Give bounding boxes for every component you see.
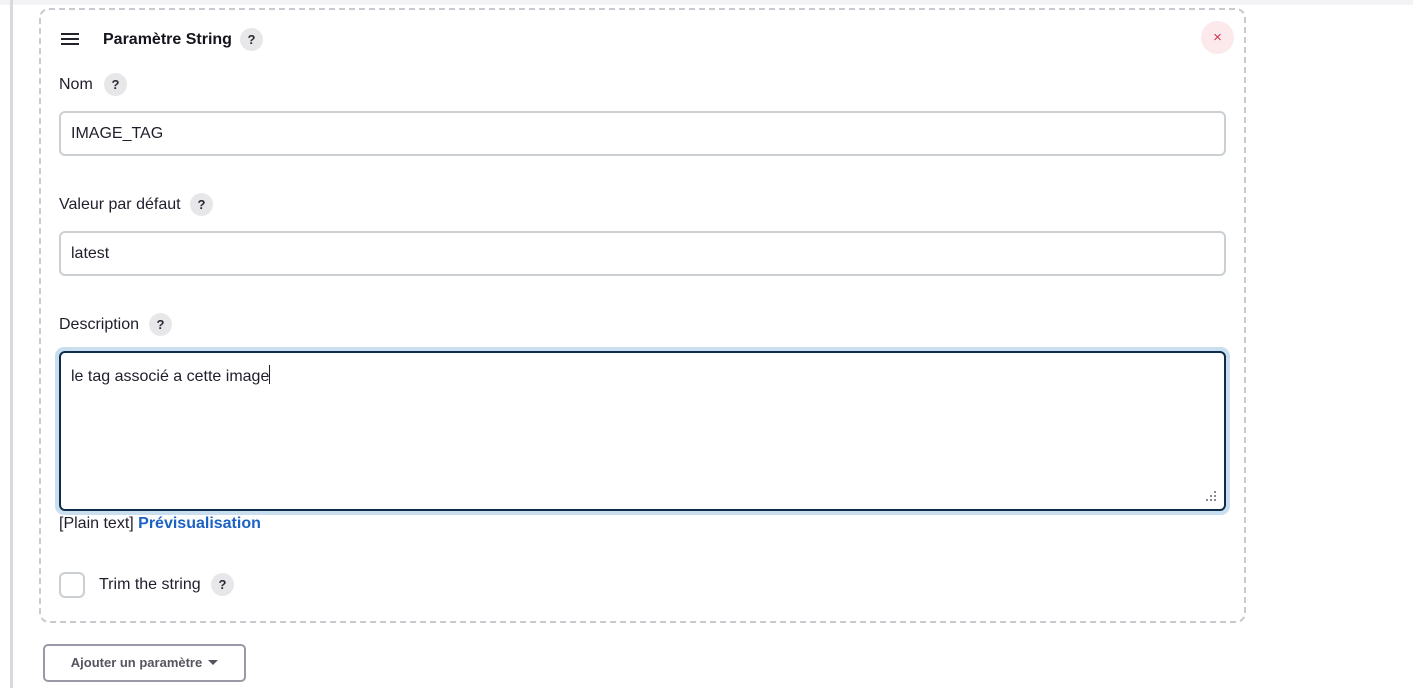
help-icon-default-value[interactable]: ?: [190, 193, 213, 216]
resize-grip-icon[interactable]: [1206, 491, 1216, 501]
description-label: Description: [59, 316, 140, 333]
help-icon-trim[interactable]: ?: [211, 573, 234, 596]
trim-checkbox[interactable]: [59, 572, 85, 598]
description-textarea[interactable]: le tag associé a cette image: [59, 351, 1226, 511]
name-label: Nom: [59, 76, 93, 93]
preview-link[interactable]: Prévisualisation: [138, 515, 261, 532]
trim-label: Trim the string: [99, 576, 201, 593]
chevron-down-icon: [208, 660, 219, 665]
close-icon[interactable]: ×: [1201, 21, 1234, 54]
top-border: [0, 0, 1413, 5]
parameter-title: Paramètre String: [103, 31, 232, 48]
default-value-label: Valeur par défaut: [59, 196, 181, 213]
default-value-input[interactable]: [59, 231, 1226, 276]
text-caret: [269, 365, 271, 384]
description-focus-ring: le tag associé a cette image: [55, 347, 1230, 515]
add-parameter-label: Ajouter un paramètre: [70, 655, 203, 670]
help-icon-name[interactable]: ?: [104, 73, 127, 96]
help-icon-parameter[interactable]: ?: [240, 28, 263, 51]
drag-handle-icon[interactable]: [61, 33, 79, 45]
name-input[interactable]: [59, 111, 1226, 156]
description-text: le tag associé a cette image: [71, 368, 270, 385]
add-parameter-button[interactable]: Ajouter un paramètre: [43, 644, 246, 682]
section-left-rule: [10, 0, 13, 688]
markup-format-line: [Plain text] Prévisualisation: [59, 513, 261, 535]
plain-text-indicator: [Plain text]: [59, 515, 134, 532]
help-icon-description[interactable]: ?: [149, 313, 172, 336]
